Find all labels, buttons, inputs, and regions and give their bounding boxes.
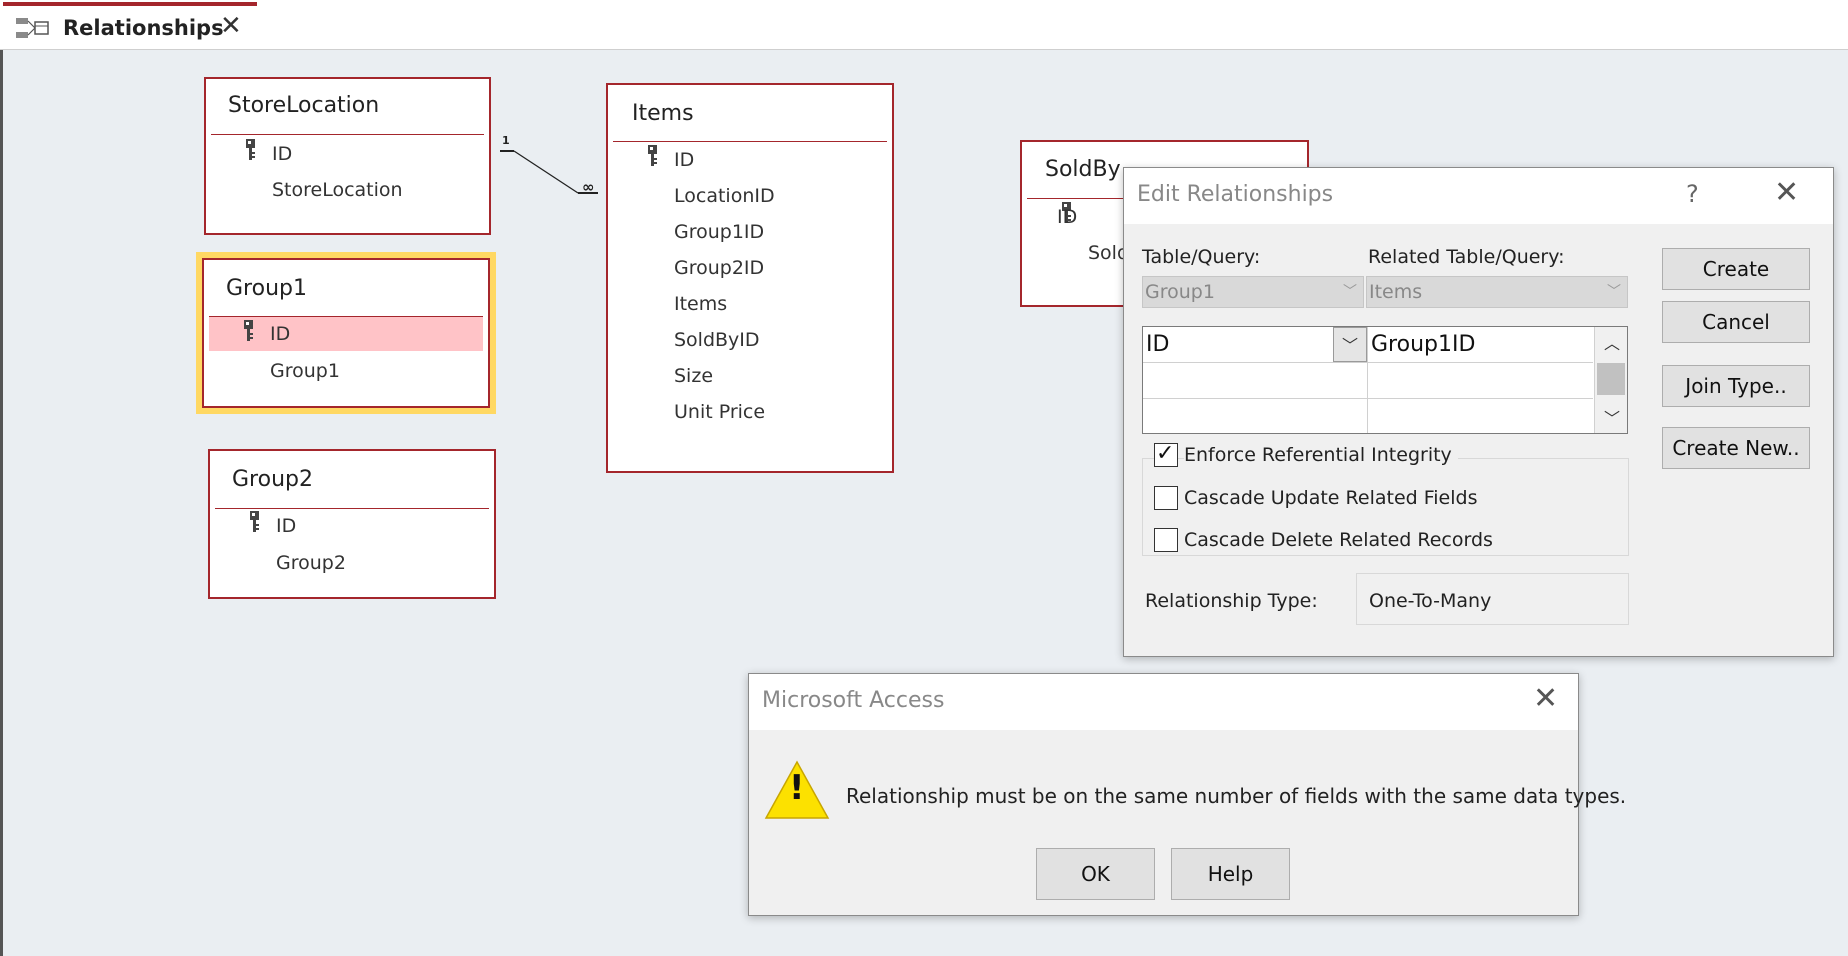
divider	[211, 134, 484, 135]
grid-scrollbar[interactable]: ︿ ﹀	[1594, 327, 1627, 433]
dialog-titlebar: Edit Relationships ? ✕	[1124, 168, 1833, 224]
cascade-update-label[interactable]: Cascade Update Related Fields	[1184, 487, 1478, 509]
table-title: StoreLocation	[228, 93, 380, 118]
field-id[interactable]: ID	[276, 515, 296, 537]
chevron-down-icon: ﹀	[1343, 284, 1357, 300]
grid-col-line	[1367, 327, 1368, 433]
alert-dialog: Microsoft Access ✕ ! Relationship must b…	[748, 673, 1626, 916]
cascade-delete-checkbox[interactable]	[1154, 528, 1178, 552]
relationship-type-value: One-To-Many	[1369, 590, 1492, 612]
field-group1id[interactable]: Group1ID	[674, 221, 764, 243]
field-unit-price[interactable]: Unit Price	[674, 401, 765, 423]
related-table-select: Items ﹀	[1366, 276, 1628, 308]
relationship-type-label: Relationship Type:	[1145, 590, 1318, 612]
warning-glyph: !	[789, 768, 805, 808]
alert-message: Relationship must be on the same number …	[846, 784, 1627, 808]
chevron-down-icon: ﹀	[1607, 284, 1621, 300]
table-query-label: Table/Query:	[1142, 246, 1261, 268]
cascade-delete-label[interactable]: Cascade Delete Related Records	[1184, 529, 1493, 551]
field-mapping-grid: ID ﹀ Group1ID ︿ ﹀	[1142, 326, 1628, 434]
table-storelocation[interactable]: StoreLocation ID StoreLocation	[204, 77, 491, 235]
check-icon: ✓	[1156, 441, 1175, 466]
help-icon[interactable]: ?	[1686, 180, 1699, 208]
edit-relationships-dialog: Edit Relationships ? ✕ Table/Query: Rela…	[1123, 167, 1834, 657]
field-items[interactable]: Items	[674, 293, 727, 315]
divider	[613, 141, 887, 142]
tab-relationships[interactable]: Relationships ✕	[3, 2, 257, 49]
table-group2[interactable]: Group2 ID Group2	[208, 449, 496, 599]
field-id[interactable]: ID	[1057, 206, 1077, 228]
grid-row-line	[1143, 362, 1593, 363]
relationship-type-box: One-To-Many	[1356, 573, 1629, 625]
field-group1[interactable]: Group1	[270, 360, 340, 382]
field-id[interactable]: ID	[272, 143, 292, 165]
field-group2id[interactable]: Group2ID	[674, 257, 764, 279]
dialog-title: Edit Relationships	[1137, 182, 1334, 207]
scroll-up-icon[interactable]: ︿	[1604, 330, 1620, 354]
field-id[interactable]: ID	[270, 323, 290, 345]
table-title: Group2	[232, 467, 313, 492]
cancel-button[interactable]: Cancel	[1662, 301, 1810, 343]
create-button[interactable]: Create	[1662, 248, 1810, 290]
table-query-select: Group1 ﹀	[1142, 276, 1364, 308]
right-field-value[interactable]: Group1ID	[1371, 332, 1475, 357]
table-query-value: Group1	[1145, 281, 1215, 303]
create-new-button[interactable]: Create New..	[1662, 427, 1810, 469]
table-group1[interactable]: Group1 ID Group1	[202, 258, 490, 408]
ok-button[interactable]: OK	[1036, 848, 1155, 900]
divider	[215, 508, 489, 509]
tab-bar: Relationships ✕	[0, 0, 1848, 50]
field-locationid[interactable]: LocationID	[674, 185, 775, 207]
join-type-button[interactable]: Join Type..	[1662, 365, 1810, 407]
dropdown-button[interactable]: ﹀	[1333, 327, 1367, 362]
close-tab-icon[interactable]: ✕	[220, 13, 242, 39]
primary-key-icon	[250, 511, 259, 532]
primary-key-icon	[648, 145, 657, 166]
tab-label: Relationships	[63, 16, 224, 40]
grid-row-line	[1143, 398, 1593, 399]
table-items[interactable]: Items ID LocationID Group1ID Group2ID It…	[606, 83, 894, 473]
relationships-icon	[16, 18, 49, 38]
close-icon[interactable]: ✕	[1533, 684, 1558, 714]
enforce-integrity-label[interactable]: Enforce Referential Integrity	[1184, 444, 1458, 466]
field-id[interactable]: ID	[674, 149, 694, 171]
scrollbar-thumb[interactable]	[1597, 363, 1625, 395]
help-button[interactable]: Help	[1171, 848, 1290, 900]
one-marker: 1	[502, 134, 510, 147]
enforce-integrity-checkbox[interactable]: ✓	[1154, 441, 1178, 467]
field-storelocation[interactable]: StoreLocation	[272, 179, 403, 201]
left-field-value: ID	[1146, 332, 1170, 357]
dialog-titlebar: Microsoft Access ✕	[749, 674, 1578, 730]
field-group2[interactable]: Group2	[276, 552, 346, 574]
scroll-down-icon[interactable]: ﹀	[1604, 405, 1620, 429]
primary-key-icon	[246, 139, 255, 160]
related-table-query-label: Related Table/Query:	[1368, 246, 1565, 268]
table-title: Group1	[226, 276, 307, 301]
table-title: Items	[632, 101, 694, 126]
table-title: SoldBy	[1045, 157, 1121, 182]
close-icon[interactable]: ✕	[1774, 178, 1799, 208]
primary-key-icon	[244, 320, 253, 341]
field-soldbyid[interactable]: SoldByID	[674, 329, 760, 351]
dialog-title: Microsoft Access	[762, 688, 945, 713]
many-marker: ∞	[582, 178, 595, 196]
left-field-combobox[interactable]: ID ﹀	[1143, 327, 1367, 362]
related-table-value: Items	[1369, 281, 1423, 303]
field-size[interactable]: Size	[674, 365, 713, 387]
cascade-update-checkbox[interactable]	[1154, 486, 1178, 510]
chevron-down-icon: ﹀	[1342, 336, 1359, 355]
